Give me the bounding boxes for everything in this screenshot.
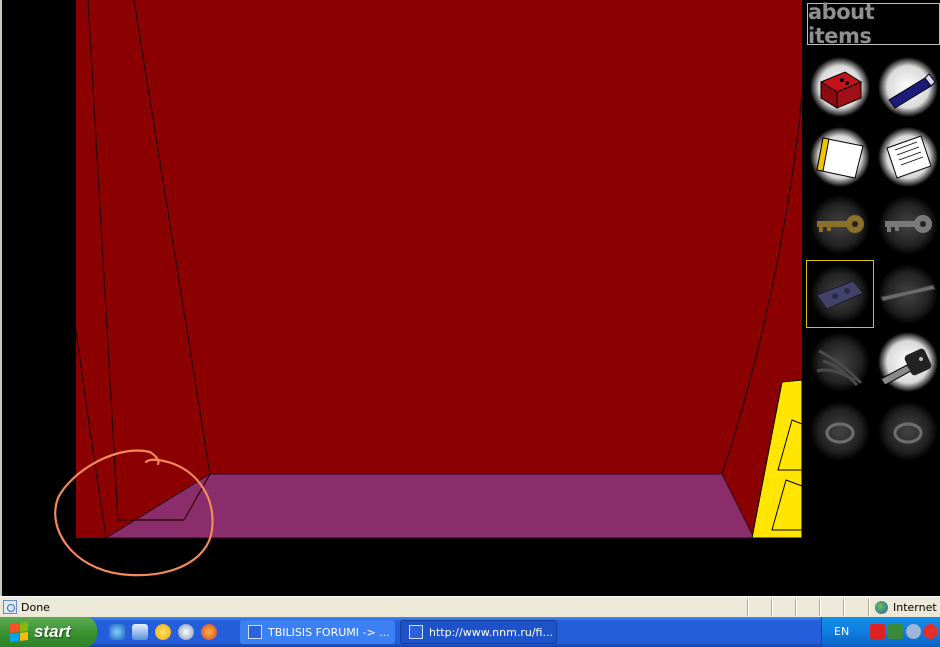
browser-status-bar: Done Internet: [0, 596, 940, 617]
antivirus-icon[interactable]: [870, 624, 885, 639]
ie-icon[interactable]: [109, 624, 125, 640]
inventory-slot-gold-key[interactable]: [809, 194, 871, 256]
inventory-slot-paper[interactable]: [809, 126, 871, 188]
inventory-slot-button-panel[interactable]: [806, 260, 874, 328]
taskbar: start TBILISIS FORUMI -> ... http://www.…: [0, 617, 940, 647]
taskbar-task-forum[interactable]: TBILISIS FORUMI -> ...: [240, 620, 395, 644]
game-scene[interactable]: [0, 0, 940, 596]
inventory-slot-wires[interactable]: [809, 331, 871, 393]
system-tray: EN: [821, 617, 940, 647]
inventory-slot-silver-key[interactable]: [877, 194, 939, 256]
room-wall: [76, 0, 802, 538]
windows-logo-icon: [10, 622, 28, 642]
inventory-title-button[interactable]: about items: [807, 0, 940, 48]
task-label: TBILISIS FORUMI -> ...: [268, 625, 390, 639]
browser-page-icon: [248, 625, 262, 639]
taskbar-task-nnm[interactable]: http://www.nnm.ru/fi...: [400, 620, 557, 644]
inventory-slot-red-box[interactable]: [809, 56, 871, 118]
language-indicator[interactable]: EN: [834, 625, 849, 638]
inventory-slot-flashlight[interactable]: [877, 56, 939, 118]
task-label: http://www.nnm.ru/fi...: [429, 625, 553, 639]
firefox-icon[interactable]: [201, 624, 217, 640]
status-text: Done: [21, 601, 50, 614]
start-label: start: [34, 622, 71, 641]
start-button[interactable]: start: [0, 617, 97, 647]
inventory-slot-metal-bar[interactable]: [877, 263, 939, 325]
page-done-icon: [3, 600, 17, 614]
status-divider: [795, 599, 796, 616]
volume-icon[interactable]: [906, 624, 921, 639]
inventory-slot-ring-1[interactable]: [809, 400, 871, 462]
status-divider: [771, 599, 772, 616]
inventory-slot-car-key[interactable]: [877, 331, 939, 393]
screen: about items Done Internet start TBILISIS…: [0, 0, 940, 647]
inventory-slot-ring-2[interactable]: [877, 400, 939, 462]
browser-page-icon: [409, 625, 423, 639]
messenger-icon[interactable]: [155, 624, 171, 640]
room-floor[interactable]: [104, 473, 755, 539]
update-icon[interactable]: [923, 624, 938, 639]
browser-content-area: about items: [0, 0, 940, 596]
inventory-slot-note[interactable]: [877, 126, 939, 188]
status-divider: [819, 599, 820, 616]
status-divider: [868, 599, 869, 616]
status-divider: [843, 599, 844, 616]
status-divider: [747, 599, 748, 616]
network-icon[interactable]: [888, 624, 903, 639]
zone-text: Internet: [893, 601, 937, 614]
inventory-title-text: about items: [808, 0, 875, 48]
media-icon[interactable]: [178, 624, 194, 640]
internet-zone-icon: [875, 601, 888, 614]
outlook-icon[interactable]: [132, 624, 148, 640]
